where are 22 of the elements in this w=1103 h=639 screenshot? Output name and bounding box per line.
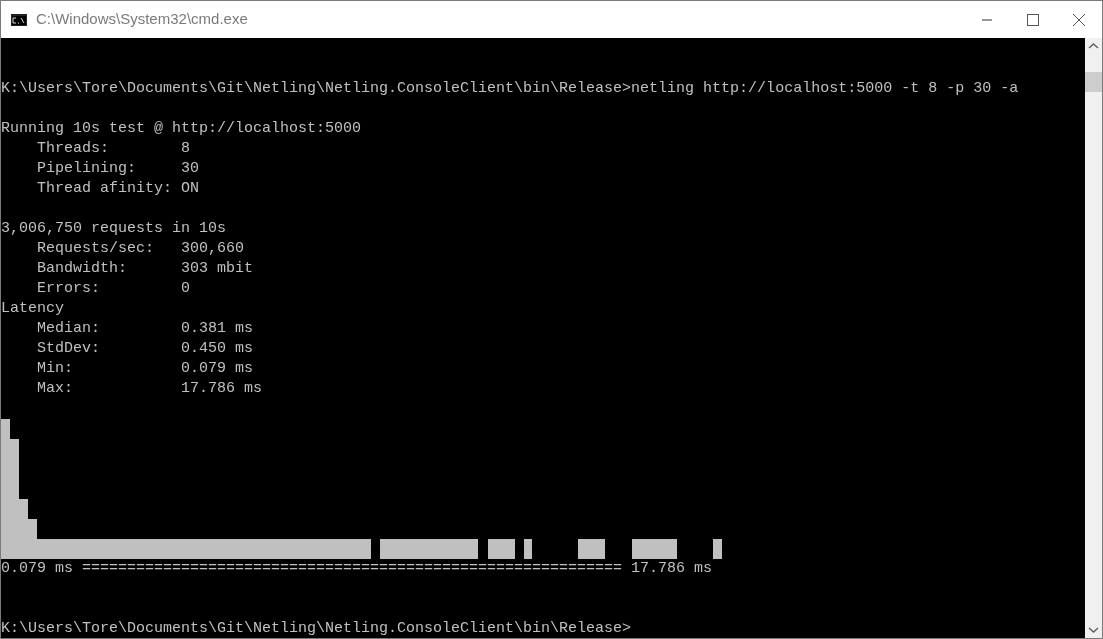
console-line: 0.079 ms ============================================================ 17.786 ms [1,559,714,579]
console-line: Errors: 0 [36,279,192,299]
console-line: Min: 0.079 ms [36,359,255,379]
console-line: K:\Users\Tore\Documents\Git\Netling\Netling.ConsoleClient\bin\Release> [1,619,633,638]
console-app-icon [11,13,27,26]
console-line: StdDev: 0.450 ms [36,339,255,359]
console-line: Bandwidth: 303 mbit [36,259,255,279]
console-line: Running 10s test @ http://localhost:5000 [1,119,363,139]
console-line: Threads: 8 [36,139,192,159]
console-line: Median: 0.381 ms [36,319,255,339]
console-line: Pipelining: 30 [36,159,201,179]
close-icon [1073,13,1085,26]
console-line: Requests/sec: 300,660 [36,239,246,259]
console-line: 3,006,750 requests in 10s [1,219,228,239]
console-line: Latency [1,299,65,319]
console-line: Max: 17.786 ms [36,379,264,399]
scrollbar-thumb[interactable] [1085,72,1102,92]
console-line: K:\Users\Tore\Documents\Git\Netling\Netling.ConsoleClient\bin\Release>netling http://localhost:5000 -t 8 -p 30 -a [1,79,1020,99]
maximize-icon [1027,13,1039,26]
window-title: C:\Windows\System32\cmd.exe [36,9,248,30]
console-line: Thread afinity: ON [36,179,201,199]
scrollbar[interactable] [1085,38,1102,638]
